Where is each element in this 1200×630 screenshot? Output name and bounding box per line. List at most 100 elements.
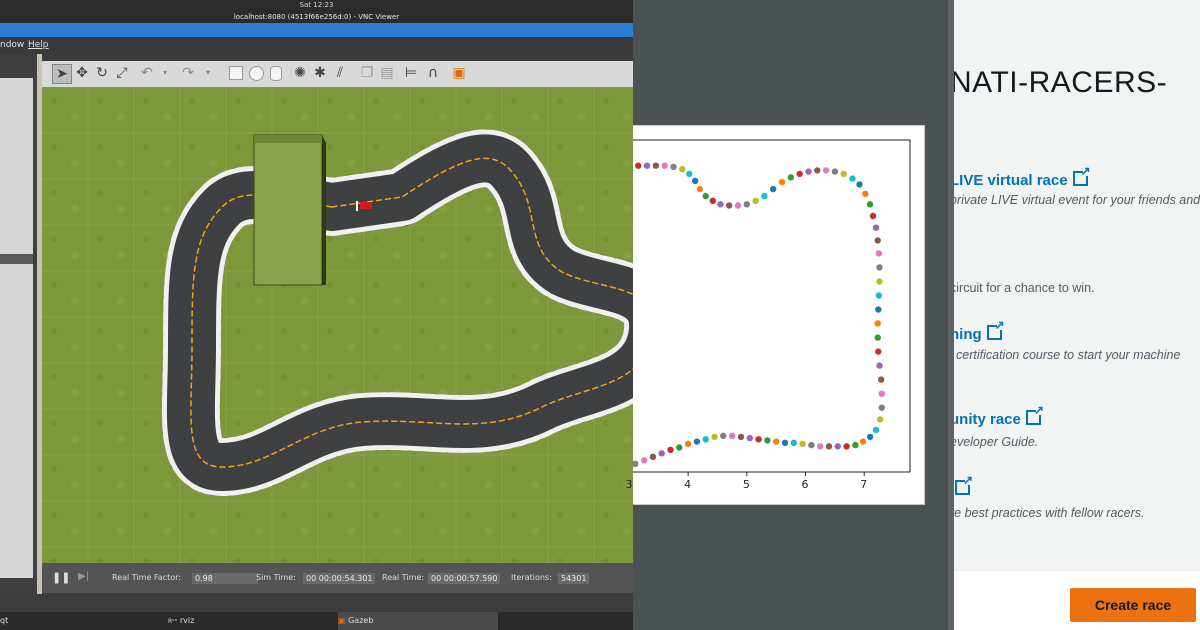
waypoint-point bbox=[876, 264, 883, 271]
paste-icon[interactable]: ▤ bbox=[378, 64, 396, 82]
waypoint-point bbox=[856, 181, 863, 188]
waypoint-point bbox=[734, 202, 742, 209]
waypoint-point bbox=[878, 376, 885, 383]
pause-icon[interactable]: ❚❚ bbox=[52, 571, 70, 584]
box-icon[interactable] bbox=[227, 64, 245, 82]
dropdown-icon[interactable]: ▾ bbox=[156, 64, 174, 82]
community-link[interactable] bbox=[954, 473, 973, 498]
training-label: ning bbox=[954, 326, 982, 343]
scale-icon[interactable]: ⤢ bbox=[113, 64, 131, 82]
undo-icon[interactable]: ↶ bbox=[138, 64, 156, 82]
waypoint-point bbox=[869, 212, 877, 220]
external-link-icon bbox=[1072, 164, 1091, 186]
waypoint-point bbox=[770, 185, 777, 193]
waypoint-point bbox=[686, 170, 693, 178]
waypoint-point bbox=[876, 416, 884, 423]
waypoint-point bbox=[764, 437, 771, 444]
waypoint-point bbox=[834, 443, 841, 450]
waypoint-point bbox=[825, 443, 833, 450]
community-race-label: unity race bbox=[954, 411, 1021, 428]
translate-icon[interactable]: ✥ bbox=[73, 64, 91, 82]
waypoint-point bbox=[840, 170, 847, 178]
community-race-link[interactable]: unity race bbox=[954, 403, 1044, 428]
align-icon[interactable]: ⊨ bbox=[402, 64, 420, 82]
step-icon[interactable]: ▶| bbox=[78, 571, 89, 582]
waypoint-point bbox=[862, 190, 869, 197]
panel-scroll-marker[interactable] bbox=[0, 254, 33, 264]
dropdown-icon[interactable]: ▾ bbox=[199, 64, 217, 82]
waypoint-point bbox=[872, 224, 880, 231]
waypoint-point bbox=[875, 292, 883, 299]
menu-bar: ndow Help bbox=[0, 37, 633, 54]
waypoint-point bbox=[692, 177, 699, 185]
waypoint-point bbox=[670, 163, 677, 171]
waypoint-point bbox=[874, 334, 881, 341]
waypoint-plot bbox=[633, 139, 911, 476]
waypoint-point bbox=[709, 197, 716, 204]
spot-light-icon[interactable]: ✱ bbox=[311, 64, 329, 82]
rotate-icon[interactable]: ↻ bbox=[93, 64, 111, 82]
gazebo-status-bar: ❚❚ ▶| Real Time Factor: 0.98 Sim Time: 0… bbox=[42, 563, 633, 593]
rviz-label: rviz bbox=[179, 616, 195, 625]
waypoint-point bbox=[875, 348, 882, 355]
menu-help[interactable]: Help bbox=[28, 37, 49, 54]
x-axis-ticks bbox=[687, 472, 865, 476]
real-time-factor-value: 0.98 bbox=[192, 573, 258, 584]
directional-light-icon[interactable]: ⫽ bbox=[331, 64, 349, 82]
waypoint-point bbox=[805, 168, 812, 175]
waypoint-point bbox=[746, 434, 753, 442]
waypoint-point bbox=[667, 446, 674, 453]
create-race-button[interactable]: Create race bbox=[1070, 588, 1196, 622]
panel-content bbox=[0, 78, 33, 578]
real-time-value: 00 00:00:57.590 bbox=[428, 573, 501, 584]
waypoint-point bbox=[633, 460, 639, 467]
waypoint-point bbox=[859, 438, 867, 445]
track-scene bbox=[42, 87, 633, 563]
waypoint-point bbox=[817, 443, 824, 450]
external-link-icon bbox=[955, 473, 973, 495]
taskbar-item-gazebo[interactable]: ▣ Gazeb bbox=[338, 612, 498, 630]
waypoint-point bbox=[717, 201, 724, 208]
iterations-value: 54301 bbox=[558, 573, 590, 584]
waypoint-point bbox=[874, 237, 881, 244]
waypoint-point bbox=[822, 167, 830, 174]
waypoint-point bbox=[684, 440, 692, 448]
waypoint-point bbox=[643, 162, 651, 169]
waypoint-point bbox=[752, 197, 759, 204]
waypoint-point bbox=[696, 185, 704, 193]
waypoint-point bbox=[702, 192, 709, 200]
grass-ground bbox=[42, 87, 633, 563]
training-link[interactable]: ning bbox=[954, 318, 1005, 343]
external-link-icon bbox=[986, 318, 1005, 340]
waypoint-point bbox=[761, 192, 768, 200]
cylinder-icon[interactable] bbox=[267, 64, 285, 82]
waypoint-point bbox=[790, 439, 797, 446]
select-arrow-icon[interactable]: ➤ bbox=[52, 64, 72, 84]
point-light-icon[interactable]: ✺ bbox=[291, 64, 309, 82]
taskbar: qt Rᵛˣ rviz ▣ Gazeb bbox=[0, 612, 633, 630]
redo-icon[interactable]: ↷ bbox=[179, 64, 197, 82]
external-link-icon bbox=[1025, 403, 1044, 425]
snap-icon[interactable]: ∩ bbox=[424, 64, 442, 82]
copy-icon[interactable]: ❐ bbox=[358, 64, 376, 82]
gazebo-toolbar: ➤ ✥ ↻ ⤢ ↶ ▾ ↷ ▾ ✺ ✱ ⫽ ❐ ▤ ⊨ ∩ ▣ bbox=[42, 61, 633, 87]
waypoint-point bbox=[874, 320, 881, 327]
menu-window[interactable]: ndow bbox=[0, 37, 24, 54]
gazebo-icon: ▣ bbox=[338, 616, 346, 625]
waypoint-plot-figure: 3 4 5 6 7 bbox=[625, 125, 925, 505]
best-practices-desc: re best practices with fellow racers. bbox=[954, 506, 1145, 520]
live-virtual-race-link[interactable]: LIVE virtual race bbox=[954, 164, 1091, 189]
view-angle-icon[interactable]: ▣ bbox=[450, 64, 468, 82]
gazebo-3d-viewport[interactable] bbox=[42, 87, 633, 563]
sphere-icon[interactable] bbox=[247, 64, 265, 82]
x-tick-label: 5 bbox=[742, 478, 750, 491]
certification-desc: certification course to start your machi… bbox=[956, 348, 1181, 362]
taskbar-item-qt[interactable]: qt bbox=[0, 612, 40, 630]
x-tick-label: 4 bbox=[684, 478, 692, 491]
sim-time-label: Sim Time: bbox=[256, 573, 296, 582]
vnc-window-title: localhost:8080 (4513f66e256d:0) - VNC Vi… bbox=[0, 11, 633, 23]
live-virtual-race-label: LIVE virtual race bbox=[954, 172, 1068, 189]
waypoint-point bbox=[799, 440, 806, 448]
taskbar-item-rviz[interactable]: Rᵛˣ rviz bbox=[168, 612, 328, 630]
aws-console-panel: NATI-RACERS- LIVE virtual race private L… bbox=[954, 0, 1200, 630]
